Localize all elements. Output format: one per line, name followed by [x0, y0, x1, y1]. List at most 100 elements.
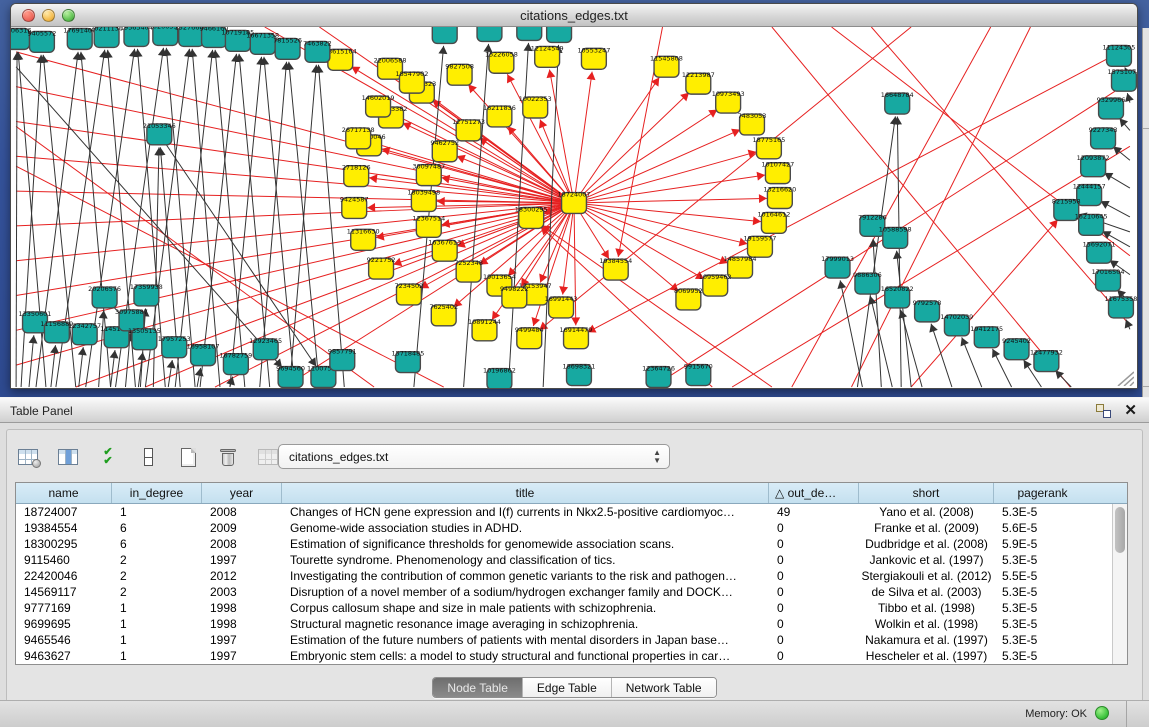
table-cell[interactable]: Structural magnetic resonance image aver…	[282, 616, 769, 632]
graph-node-teal-16648784[interactable]: 16648784	[881, 91, 914, 114]
graph-node-yellow-7625402[interactable]: 7625402	[429, 303, 458, 326]
show-column-button[interactable]	[55, 444, 81, 470]
table-cell[interactable]: Hescheler et al. (1997)	[859, 648, 994, 664]
table-scrollbar[interactable]	[1112, 504, 1127, 664]
close-panel-icon[interactable]: ✕	[1124, 401, 1137, 419]
table-cell[interactable]: 9463627	[16, 648, 112, 664]
table-cell[interactable]: Changes of HCN gene expression and I(f) …	[282, 504, 769, 520]
graph-node-teal-20211136[interactable]: 20211136	[90, 27, 123, 47]
graph-node-teal-9245402[interactable]: 9245402	[1002, 337, 1031, 360]
graph-node-teal-9694560[interactable]: 9694560	[276, 365, 305, 388]
resize-grip-icon[interactable]	[1112, 368, 1134, 386]
graph-node-yellow-10107427[interactable]: 10107427	[761, 161, 794, 184]
graph-node-yellow-16914479[interactable]: 16914479	[560, 326, 593, 349]
graph-node-teal-16210645[interactable]: 16210645	[1075, 212, 1108, 235]
table-cell[interactable]: 5.3E-5	[994, 552, 1091, 568]
graph-node-teal-11124305[interactable]: 11124305	[1103, 43, 1136, 66]
graph-node-teal-16958107[interactable]: 16958107	[187, 343, 220, 366]
table-cell[interactable]: 1997	[202, 552, 282, 568]
graph-node-yellow-10022353[interactable]: 10022353	[519, 95, 552, 118]
graph-node-yellow-8069952[interactable]: 8069952	[674, 287, 703, 310]
graph-node-yellow-16211836[interactable]: 16211836	[483, 104, 516, 127]
table-cell[interactable]: Stergiakouli et al. (2012)	[859, 568, 994, 584]
network-window-titlebar[interactable]: citations_edges.txt	[11, 4, 1137, 27]
graph-node-yellow-11316630[interactable]: 11316630	[347, 227, 380, 250]
table-cell[interactable]: 0	[769, 552, 859, 568]
graph-node-yellow-16367613[interactable]: 16367613	[428, 238, 461, 261]
graph-node-teal-12364726[interactable]: 12364726	[642, 365, 675, 388]
table-cell[interactable]: 1	[112, 632, 202, 648]
memory-ok-indicator[interactable]	[1095, 706, 1109, 720]
graph-node-yellow-15226058[interactable]: 15226058	[485, 50, 518, 73]
graph-node-teal-10588598[interactable]: 10588598	[879, 225, 912, 248]
column-header-pagerank[interactable]: pagerank	[994, 483, 1091, 503]
graph-node-teal-16520822[interactable]: 16520822	[881, 285, 914, 308]
table-cell[interactable]: 0	[769, 568, 859, 584]
graph-node-yellow-2718126[interactable]: 2718126	[342, 164, 371, 187]
delete-table-button[interactable]	[215, 444, 241, 470]
graph-node-teal-17359938[interactable]: 17359938	[130, 283, 163, 306]
graph-node-teal-14702039[interactable]: 14702039	[940, 313, 973, 336]
graph-node-teal-20206576[interactable]: 20206576	[88, 285, 121, 308]
table-cell[interactable]: 1	[112, 648, 202, 664]
table-cell[interactable]: 5.5E-5	[994, 568, 1091, 584]
table-row[interactable]: 1938455462009Genome-wide association stu…	[16, 520, 1111, 536]
table-cell[interactable]: 2003	[202, 584, 282, 600]
graph-node-yellow-18724007[interactable]: 18724007	[558, 191, 591, 214]
graph-node-teal-11675358[interactable]: 11675358	[1105, 295, 1137, 318]
table-panel-header[interactable]: Table Panel ✕	[0, 397, 1149, 423]
table-cell[interactable]: 2	[112, 552, 202, 568]
table-cell[interactable]: 5.3E-5	[994, 584, 1091, 600]
graph-node-yellow-9221752[interactable]: 9221752	[367, 256, 396, 279]
graph-node-teal-10853317[interactable]: 10853317	[513, 27, 546, 40]
table-cell[interactable]: 2	[112, 584, 202, 600]
graph-node-yellow-10553247[interactable]: 10553247	[577, 46, 610, 69]
table-cell[interactable]: 0	[769, 616, 859, 632]
table-row[interactable]: 946362711997Embryonic stem cells: a mode…	[16, 648, 1111, 664]
table-cell[interactable]: Disruption of a novel member of a sodium…	[282, 584, 769, 600]
graph-node-teal-15751074[interactable]: 15751074	[1108, 68, 1137, 91]
graph-node-yellow-12751273[interactable]: 12751273	[452, 118, 485, 141]
graph-node-yellow-18775165[interactable]: 18775165	[752, 136, 785, 159]
table-cell[interactable]: Estimation of significance thresholds fo…	[282, 536, 769, 552]
graph-node-yellow-19159577[interactable]: 19159577	[744, 234, 777, 257]
new-table-button[interactable]	[175, 444, 201, 470]
table-cell[interactable]: 0	[769, 520, 859, 536]
table-cell[interactable]: 5.9E-5	[994, 536, 1091, 552]
column-header-in-degree[interactable]: in_degree	[112, 483, 202, 503]
table-cell[interactable]: 9699695	[16, 616, 112, 632]
table-cell[interactable]: 0	[769, 536, 859, 552]
table-cell[interactable]: 2	[112, 568, 202, 584]
table-cell[interactable]: Franke et al. (2009)	[859, 520, 994, 536]
graph-node-teal-15718485[interactable]: 15718485	[391, 350, 424, 373]
table-cell[interactable]: 5.6E-5	[994, 520, 1091, 536]
graph-node-yellow-7483053[interactable]: 7483053	[738, 112, 767, 135]
table-cell[interactable]: Wolkin et al. (1998)	[859, 616, 994, 632]
table-cell[interactable]: Jankovic et al. (1997)	[859, 552, 994, 568]
table-cell[interactable]: 0	[769, 584, 859, 600]
table-cell[interactable]: 18724007	[16, 504, 112, 520]
table-cell[interactable]: 1998	[202, 600, 282, 616]
graph-node-yellow-9499484[interactable]: 9499484	[515, 326, 544, 349]
graph-node-yellow-12124549[interactable]: 12124549	[531, 44, 564, 67]
graph-node-teal-12477932[interactable]: 12477932	[1030, 349, 1063, 372]
table-cell[interactable]: de Silva et al. (2003)	[859, 584, 994, 600]
graph-node-teal-19364508[interactable]: 19364508	[543, 27, 576, 42]
graph-node-yellow-9424587[interactable]: 9424587	[340, 196, 369, 219]
graph-node-yellow-14602019[interactable]: 14602019	[362, 94, 395, 117]
graph-node-teal-9915670[interactable]: 9915670	[684, 363, 713, 386]
graph-node-teal-12342757[interactable]: 12342757	[68, 322, 101, 345]
graph-node-teal-16782759[interactable]: 16782759	[219, 352, 252, 375]
table-cell[interactable]: 1	[112, 600, 202, 616]
network-canvas[interactable]: 1872400710553247121245491522605898275088…	[11, 27, 1137, 388]
graph-node-yellow-30097487[interactable]: 30097487	[412, 163, 445, 186]
graph-node-yellow-10164612[interactable]: 10164612	[757, 210, 790, 233]
graph-node-yellow-19384554[interactable]: 19384554	[599, 257, 632, 280]
graph-node-teal-12093872[interactable]: 12093872	[1077, 154, 1110, 177]
table-cell[interactable]: 2008	[202, 536, 282, 552]
table-cell[interactable]: 5.3E-5	[994, 616, 1091, 632]
graph-node-yellow-18547902[interactable]: 18547902	[395, 70, 428, 93]
table-cell[interactable]: 5.3E-5	[994, 648, 1091, 664]
graph-node-yellow-16991443[interactable]: 16991443	[545, 295, 578, 318]
table-cell[interactable]: 1997	[202, 632, 282, 648]
